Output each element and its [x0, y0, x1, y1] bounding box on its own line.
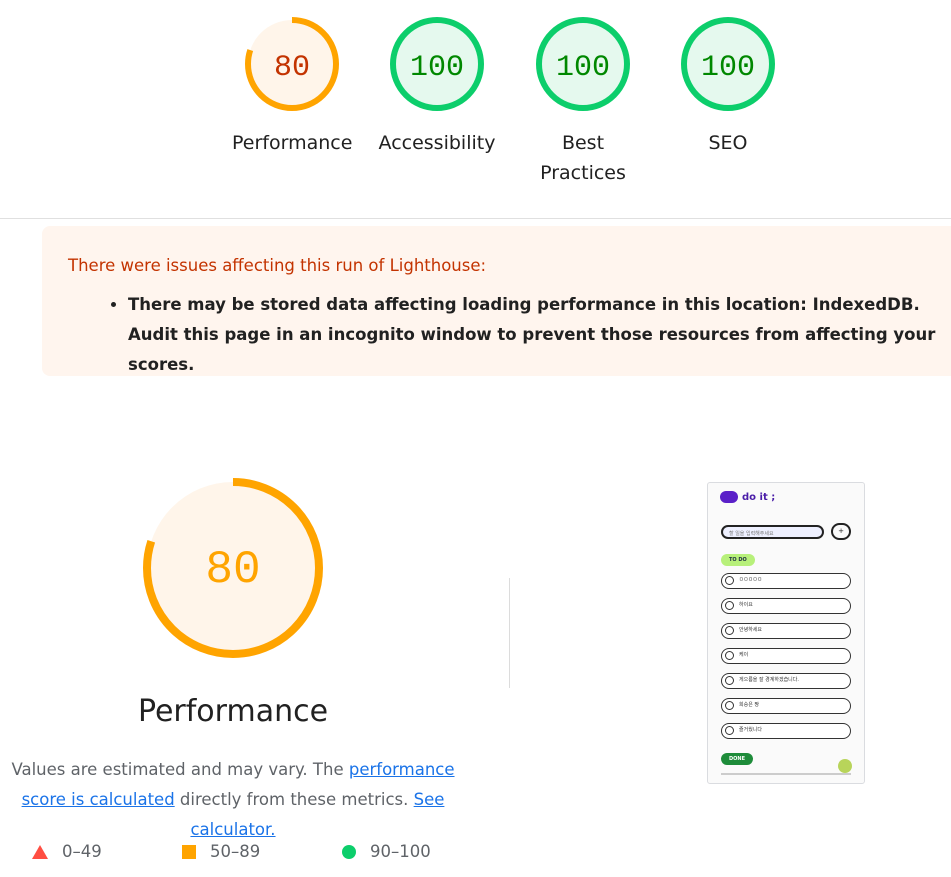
gauge-seo-label: SEO — [708, 132, 748, 154]
checkbox-icon — [725, 651, 734, 660]
legend-pass: 90–100 — [342, 842, 431, 861]
checkbox-icon — [725, 701, 734, 710]
todo-item: ㅁㅁㅁㅁㅁ — [721, 573, 851, 589]
triangle-icon — [32, 844, 48, 859]
legend-average-range: 50–89 — [210, 842, 261, 861]
legend-average: 50–89 — [182, 842, 260, 861]
category-gauges: 80 Performance 100 Accessibility 100 Bes… — [0, 0, 951, 218]
square-icon — [182, 844, 196, 859]
performance-gauge: 80 — [141, 476, 325, 664]
todo-text: ㅁㅁㅁㅁㅁ — [739, 577, 763, 583]
performance-score: 80 — [205, 544, 260, 596]
gauge-accessibility-score: 100 — [410, 51, 464, 85]
gauge-performance-ring: 80 — [245, 17, 339, 111]
todo-text: 하이요 — [739, 602, 753, 608]
checkbox-icon — [725, 626, 734, 635]
todo-item: 안녕하세요 — [721, 623, 851, 639]
gauge-accessibility-label: Accessibility — [378, 132, 496, 154]
performance-title: Performance — [137, 694, 329, 729]
performance-gauge-ring: 80 — [143, 478, 323, 658]
todo-item: 하이요 — [721, 598, 851, 614]
add-button: + — [831, 523, 851, 540]
checkbox-icon — [725, 601, 734, 610]
app-header: do it ; — [720, 491, 775, 503]
gauge-performance[interactable]: 80 Performance — [232, 14, 352, 158]
warning-item: There may be stored data affecting loadi… — [128, 290, 951, 380]
todo-item: 게으름을 잘 경계하겠습니다. — [721, 673, 851, 689]
checkbox-icon — [725, 576, 734, 585]
legend-pass-range: 90–100 — [370, 842, 431, 861]
run-warnings: There were issues affecting this run of … — [42, 226, 951, 376]
todo-item: 케이 — [721, 648, 851, 664]
gauge-seo-score: 100 — [701, 51, 755, 85]
gauge-performance-label: Performance — [232, 132, 353, 154]
gauge-best-practices-label: Best Practices — [540, 132, 626, 184]
gauge-accessibility-ring: 100 — [390, 17, 484, 111]
warning-title: There were issues affecting this run of … — [68, 256, 487, 275]
gauge-best-practices-ring: 100 — [536, 17, 630, 111]
final-screenshot[interactable]: do it ; 할 일을 입력해주세요 + TO DO ㅁㅁㅁㅁㅁ 하이요안녕하세… — [707, 482, 865, 784]
legend-fail-range: 0–49 — [62, 842, 102, 861]
gauge-best-practices-score: 100 — [556, 51, 610, 85]
todo-text: 케이 — [739, 652, 749, 658]
desc-prefix: Values are estimated and may vary. The — [11, 760, 349, 779]
scrollbar — [721, 773, 851, 775]
gauge-performance-score: 80 — [274, 51, 310, 85]
gauge-best-practices[interactable]: 100 Best Practices — [523, 14, 643, 188]
todo-input: 할 일을 입력해주세요 — [721, 525, 824, 539]
warning-list: There may be stored data affecting loadi… — [102, 290, 951, 380]
todo-text: 희승은 짱 — [739, 702, 759, 708]
vertical-divider — [509, 578, 510, 688]
emoji-icon — [838, 759, 852, 773]
app-title: do it ; — [742, 491, 776, 503]
todo-item: 즐거웠니다 — [721, 723, 851, 739]
todo-text: 안녕하세요 — [739, 627, 763, 633]
logo-icon — [720, 491, 738, 503]
divider — [0, 218, 951, 219]
checkbox-icon — [725, 676, 734, 685]
circle-icon — [342, 844, 356, 859]
todo-item: 희승은 짱 — [721, 698, 851, 714]
done-tag: DONE — [721, 753, 754, 765]
gauge-seo[interactable]: 100 SEO — [668, 14, 788, 158]
performance-description: Values are estimated and may vary. The p… — [0, 755, 478, 845]
todo-text: 즐거웠니다 — [739, 727, 763, 733]
gauge-seo-ring: 100 — [681, 17, 775, 111]
todo-tag: TO DO — [721, 554, 755, 566]
todo-text: 게으름을 잘 경계하겠습니다. — [739, 677, 799, 683]
gauge-accessibility[interactable]: 100 Accessibility — [377, 14, 497, 158]
checkbox-icon — [725, 726, 734, 735]
desc-middle: directly from these metrics. — [174, 790, 409, 809]
legend-fail: 0–49 — [32, 842, 102, 861]
score-legend: 0–49 50–89 90–100 — [0, 838, 600, 868]
